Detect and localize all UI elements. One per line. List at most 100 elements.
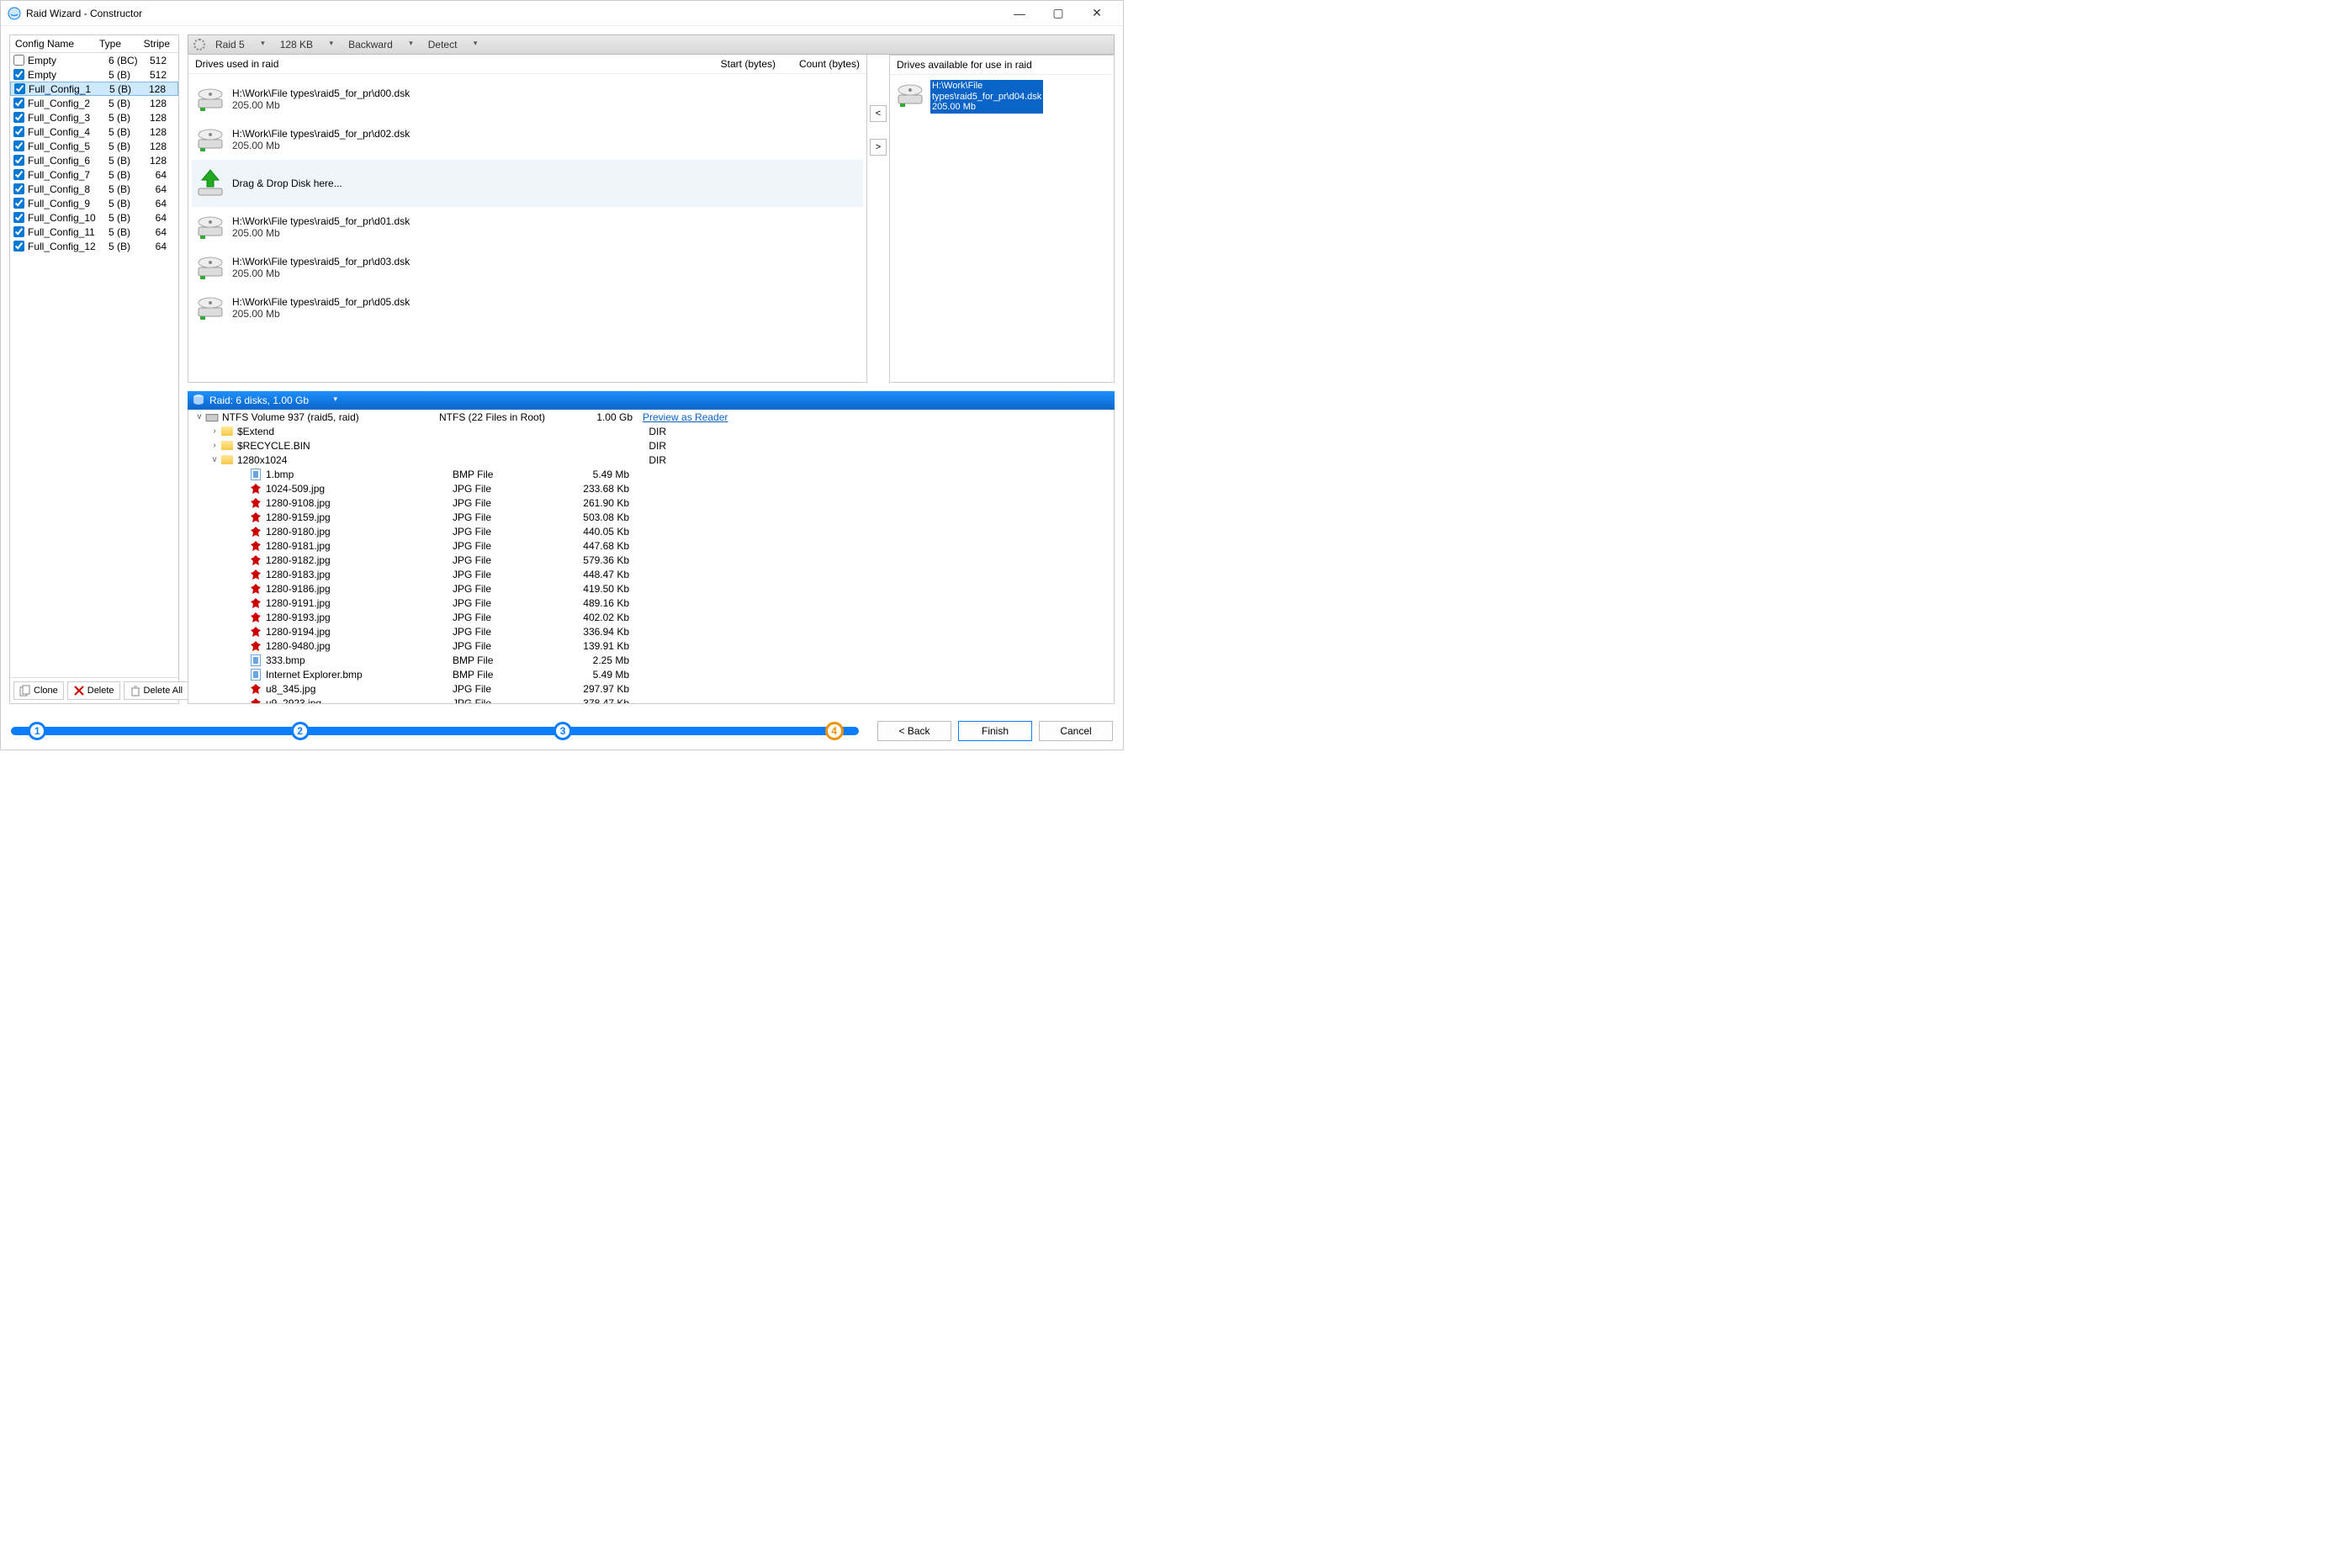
config-row[interactable]: Full_Config_9 5 (B) 64 [10, 196, 178, 210]
folder-row[interactable]: v 1280x1024 DIR [188, 453, 1114, 467]
maximize-button[interactable]: ▢ [1039, 1, 1078, 26]
config-header-stripe[interactable]: Stripe [133, 35, 178, 52]
config-checkbox[interactable] [13, 55, 24, 66]
file-size: 139.91 Kb [562, 640, 629, 652]
file-row[interactable]: 1280-9159.jpg JPG File 503.08 Kb [188, 510, 1114, 524]
file-row[interactable]: u9_2923.jpg JPG File 378.47 Kb [188, 696, 1114, 703]
used-drive-item[interactable]: H:\Work\File types\raid5_for_pr\d03.dsk … [192, 247, 863, 288]
folder-icon [220, 440, 234, 452]
expand-icon[interactable]: v [193, 412, 205, 421]
config-row[interactable]: Full_Config_12 5 (B) 64 [10, 239, 178, 253]
used-drive-item[interactable]: H:\Work\File types\raid5_for_pr\d02.dsk … [192, 119, 863, 160]
step-1[interactable]: 1 [28, 722, 46, 740]
file-row[interactable]: 1024-509.jpg JPG File 233.68 Kb [188, 481, 1114, 495]
expand-icon[interactable]: › [209, 426, 220, 436]
drives-available-header[interactable]: Drives available for use in raid [890, 56, 1114, 75]
cancel-button[interactable]: Cancel [1039, 721, 1113, 741]
folder-row[interactable]: › $Extend DIR [188, 424, 1114, 438]
config-checkbox[interactable] [13, 98, 24, 109]
file-row[interactable]: 1280-9182.jpg JPG File 579.36 Kb [188, 553, 1114, 567]
config-checkbox[interactable] [13, 140, 24, 151]
config-row[interactable]: Empty 5 (B) 512 [10, 67, 178, 82]
finish-button[interactable]: Finish [958, 721, 1032, 741]
config-row[interactable]: Full_Config_11 5 (B) 64 [10, 225, 178, 239]
delete-all-button[interactable]: Delete All [124, 681, 188, 700]
file-name: 1280-9194.jpg [266, 626, 453, 638]
file-row[interactable]: 1280-9193.jpg JPG File 402.02 Kb [188, 610, 1114, 624]
close-button[interactable]: ✕ [1078, 1, 1116, 26]
config-row[interactable]: Full_Config_3 5 (B) 128 [10, 110, 178, 124]
drives-used-list[interactable]: H:\Work\File types\raid5_for_pr\d00.dsk … [188, 74, 866, 382]
config-row[interactable]: Full_Config_2 5 (B) 128 [10, 96, 178, 110]
used-drive-item[interactable]: H:\Work\File types\raid5_for_pr\d05.dsk … [192, 288, 863, 328]
minimize-button[interactable]: — [1000, 1, 1039, 26]
delete-button[interactable]: Delete [67, 681, 120, 700]
preview-link[interactable]: Preview as Reader [643, 411, 728, 423]
move-left-button[interactable]: < [870, 105, 887, 122]
titlebar: Raid Wizard - Constructor — ▢ ✕ [1, 1, 1123, 26]
file-row[interactable]: 333.bmp BMP File 2.25 Mb [188, 653, 1114, 667]
config-checkbox[interactable] [13, 112, 24, 123]
file-row[interactable]: 1280-9191.jpg JPG File 489.16 Kb [188, 596, 1114, 610]
volume-root[interactable]: v NTFS Volume 937 (raid5, raid) NTFS (22… [188, 410, 1114, 424]
file-type: JPG File [453, 526, 562, 538]
clone-button[interactable]: Clone [13, 681, 64, 700]
config-checkbox[interactable] [13, 241, 24, 252]
drop-zone[interactable]: Drag & Drop Disk here... [192, 160, 863, 207]
stripe-size-dropdown[interactable]: 128 KB [275, 39, 338, 50]
direction-dropdown[interactable]: Backward [343, 39, 418, 50]
config-checkbox[interactable] [13, 212, 24, 223]
step-3[interactable]: 3 [553, 722, 572, 740]
config-row[interactable]: Full_Config_7 5 (B) 64 [10, 167, 178, 182]
config-checkbox[interactable] [14, 83, 25, 94]
config-row[interactable]: Full_Config_5 5 (B) 128 [10, 139, 178, 153]
used-drive-item[interactable]: H:\Work\File types\raid5_for_pr\d01.dsk … [192, 207, 863, 247]
back-button[interactable]: < Back [877, 721, 951, 741]
config-checkbox[interactable] [13, 69, 24, 80]
move-right-button[interactable]: > [870, 139, 887, 156]
file-row[interactable]: 1.bmp BMP File 5.49 Mb [188, 467, 1114, 481]
config-checkbox[interactable] [13, 169, 24, 180]
config-row[interactable]: Full_Config_4 5 (B) 128 [10, 124, 178, 139]
file-row[interactable]: 1280-9194.jpg JPG File 336.94 Kb [188, 624, 1114, 638]
file-row[interactable]: 1280-9180.jpg JPG File 440.05 Kb [188, 524, 1114, 538]
drives-available-list[interactable]: H:\Work\Filetypes\raid5_for_pr\d04.dsk20… [890, 75, 1114, 382]
config-checkbox[interactable] [13, 198, 24, 209]
used-drive-item[interactable]: H:\Work\File types\raid5_for_pr\d00.dsk … [192, 79, 863, 119]
file-row[interactable]: 1280-9186.jpg JPG File 419.50 Kb [188, 581, 1114, 596]
config-row[interactable]: Empty 6 (BC) 512 [10, 53, 178, 67]
config-checkbox[interactable] [13, 226, 24, 237]
config-header-name[interactable]: Config Name [10, 35, 94, 52]
expand-icon[interactable]: › [209, 441, 220, 450]
config-checkbox[interactable] [13, 155, 24, 166]
config-checkbox[interactable] [13, 126, 24, 137]
config-row[interactable]: Full_Config_1 5 (B) 128 [10, 82, 178, 96]
config-row[interactable]: Full_Config_6 5 (B) 128 [10, 153, 178, 167]
file-row[interactable]: 1280-9183.jpg JPG File 448.47 Kb [188, 567, 1114, 581]
folder-row[interactable]: › $RECYCLE.BIN DIR [188, 438, 1114, 453]
config-header-type[interactable]: Type [94, 35, 133, 52]
raid-type-dropdown[interactable]: Raid 5 [210, 39, 270, 50]
clone-label: Clone [34, 686, 58, 696]
file-row[interactable]: 1280-9108.jpg JPG File 261.90 Kb [188, 495, 1114, 510]
du-header-start[interactable]: Start (bytes) [700, 58, 776, 70]
config-row[interactable]: Full_Config_8 5 (B) 64 [10, 182, 178, 196]
file-tree[interactable]: v NTFS Volume 937 (raid5, raid) NTFS (22… [188, 410, 1114, 703]
step-4[interactable]: 4 [825, 722, 844, 740]
step-2[interactable]: 2 [291, 722, 310, 740]
expand-icon[interactable]: v [209, 455, 220, 464]
file-row[interactable]: 1280-9480.jpg JPG File 139.91 Kb [188, 638, 1114, 653]
config-row[interactable]: Full_Config_10 5 (B) 64 [10, 210, 178, 225]
config-stripe: 512 [147, 69, 175, 81]
file-row[interactable]: Internet Explorer.bmp BMP File 5.49 Mb [188, 667, 1114, 681]
app-window: Raid Wizard - Constructor — ▢ ✕ Config N… [0, 0, 1124, 750]
du-header-name[interactable]: Drives used in raid [195, 58, 700, 70]
file-size: 5.49 Mb [562, 469, 629, 480]
available-drive-item[interactable]: H:\Work\Filetypes\raid5_for_pr\d04.dsk20… [895, 80, 1109, 114]
config-checkbox[interactable] [13, 183, 24, 194]
du-header-count[interactable]: Count (bytes) [776, 58, 860, 70]
detect-dropdown[interactable]: Detect [423, 39, 483, 50]
raid-summary-dropdown[interactable]: Raid: 6 disks, 1.00 Gb [209, 395, 342, 406]
file-row[interactable]: 1280-9181.jpg JPG File 447.68 Kb [188, 538, 1114, 553]
file-row[interactable]: u8_345.jpg JPG File 297.97 Kb [188, 681, 1114, 696]
